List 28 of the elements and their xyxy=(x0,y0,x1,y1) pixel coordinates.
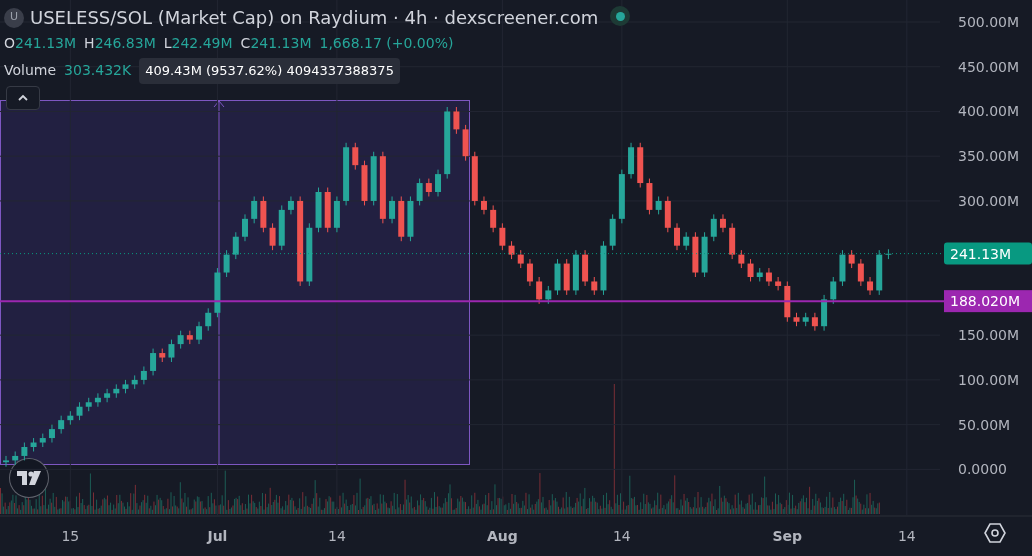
symbol-badge: U xyxy=(4,7,24,28)
axis-label: 0.0000 xyxy=(958,461,1007,478)
axis-label: 150.00M xyxy=(958,327,1020,344)
axis-label: 14 xyxy=(897,528,916,544)
axis-label: 100.00M xyxy=(958,371,1020,388)
axis-label: Aug xyxy=(486,528,518,544)
ohlc-value: C241.13M xyxy=(240,34,312,53)
axis-label: Sep xyxy=(772,528,803,544)
chart-title: USELESS/SOL (Market Cap) on Raydium · 4h · dexscreener.com xyxy=(30,6,599,30)
axis-label: 300.00M xyxy=(958,192,1020,209)
axis-label: 15 xyxy=(61,528,80,544)
volume-label: Volume xyxy=(4,61,57,81)
axis-label: 50.00M xyxy=(958,416,1011,433)
price-label: 188.020M xyxy=(944,290,1032,313)
ohlc-value: O241.13M xyxy=(4,34,77,53)
axis-label: Jul xyxy=(207,528,228,544)
axis-label: 350.00M xyxy=(958,148,1020,165)
change-value: 1,668.17 (+0.00%) xyxy=(319,34,454,53)
axis-label: 500.00M xyxy=(958,14,1020,30)
measure-tooltip: 409.43M (9537.62%) 4094337388375 xyxy=(139,58,400,84)
axis-label: 450.00M xyxy=(958,58,1020,75)
ohlc-value: L242.49M xyxy=(163,34,233,53)
ohlc-value: H246.83M xyxy=(84,34,156,53)
axis-label: 14 xyxy=(612,528,631,544)
price-label: 241.13M xyxy=(944,242,1032,265)
axis-label: 400.00M xyxy=(958,103,1020,120)
axis-label: 14 xyxy=(328,528,346,544)
volume-value: 303.432K xyxy=(64,61,132,81)
